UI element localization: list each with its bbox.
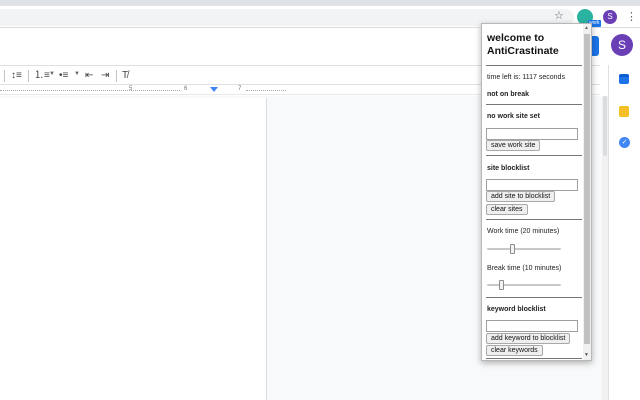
toolbar-divider (4, 70, 5, 82)
tasks-icon[interactable]: ✓ (619, 137, 630, 148)
ruler-dots (246, 90, 286, 91)
divider (486, 155, 582, 156)
bookmark-star-icon[interactable]: ☆ (554, 9, 564, 22)
slider-track (487, 248, 561, 250)
work-time-label: Work time (20 minutes) (487, 228, 560, 235)
calendar-icon[interactable] (619, 74, 629, 84)
bulleted-list-dropdown-icon[interactable]: ▼ (74, 71, 80, 77)
increase-indent-icon[interactable]: ⇥ (101, 69, 109, 82)
popup-title: welcome to AntiCrastinate (487, 32, 559, 57)
scroll-down-arrow-icon[interactable]: ▼ (584, 352, 589, 358)
docs-account-avatar[interactable]: S (611, 34, 633, 56)
clear-sites-button[interactable]: clear sites (486, 204, 528, 215)
popup-scrollbar-thumb[interactable] (584, 34, 590, 344)
break-status-text: not on break (487, 91, 530, 98)
work-site-input[interactable] (486, 128, 578, 140)
ruler-tick: 5 (129, 86, 133, 92)
numbered-list-icon[interactable]: ⒈≡ (34, 69, 50, 82)
add-keyword-button[interactable]: add keyword to blocklist (486, 333, 571, 344)
keyword-blocklist-heading: keyword blocklist (487, 306, 546, 313)
anticrastinate-popup: welcome to AntiCrastinate time left is: … (481, 23, 592, 361)
work-time-slider[interactable] (487, 244, 561, 254)
add-site-button[interactable]: add site to blocklist (486, 191, 556, 202)
browser-profile-avatar[interactable]: S (603, 10, 617, 24)
ruler-dots (0, 90, 180, 91)
line-spacing-icon[interactable]: ↕≡ (11, 69, 22, 82)
divider (486, 104, 582, 105)
site-blocklist-heading: site blocklist (487, 165, 530, 172)
slider-thumb[interactable] (499, 280, 504, 290)
numbered-list-dropdown-icon[interactable]: ▼ (49, 71, 55, 77)
browser-menu-icon[interactable]: ⋮ (626, 10, 637, 24)
scroll-up-arrow-icon[interactable]: ▲ (584, 25, 589, 31)
divider (486, 65, 582, 66)
time-left-text: time left is: 1117 seconds (487, 74, 565, 81)
toolbar-divider (28, 70, 29, 82)
clear-formatting-icon[interactable]: T̸ (122, 69, 128, 82)
document-scrollbar-thumb[interactable] (603, 96, 607, 156)
ruler-tick: 7 (238, 86, 242, 92)
ruler-tick: 6 (184, 86, 188, 92)
toolbar-divider (116, 70, 117, 82)
popup-content: welcome to AntiCrastinate time left is: … (482, 24, 583, 360)
keep-icon[interactable] (619, 106, 629, 117)
document-page[interactable] (0, 98, 267, 400)
save-work-site-button[interactable]: save work site (486, 140, 541, 151)
divider (486, 358, 582, 359)
bulleted-list-icon[interactable]: •≡ (59, 69, 68, 82)
work-site-heading: no work site set (487, 113, 540, 120)
break-time-slider[interactable] (487, 280, 561, 290)
divider (486, 297, 582, 298)
keyword-blocklist-input[interactable] (486, 320, 578, 332)
decrease-indent-icon[interactable]: ⇤ (85, 69, 93, 82)
right-indent-marker[interactable] (210, 87, 218, 92)
divider (486, 219, 582, 220)
site-blocklist-input[interactable] (486, 179, 578, 191)
clear-keywords-button[interactable]: clear keywords (486, 345, 543, 356)
slider-thumb[interactable] (510, 244, 515, 254)
break-time-label: Break time (10 minutes) (487, 265, 562, 272)
